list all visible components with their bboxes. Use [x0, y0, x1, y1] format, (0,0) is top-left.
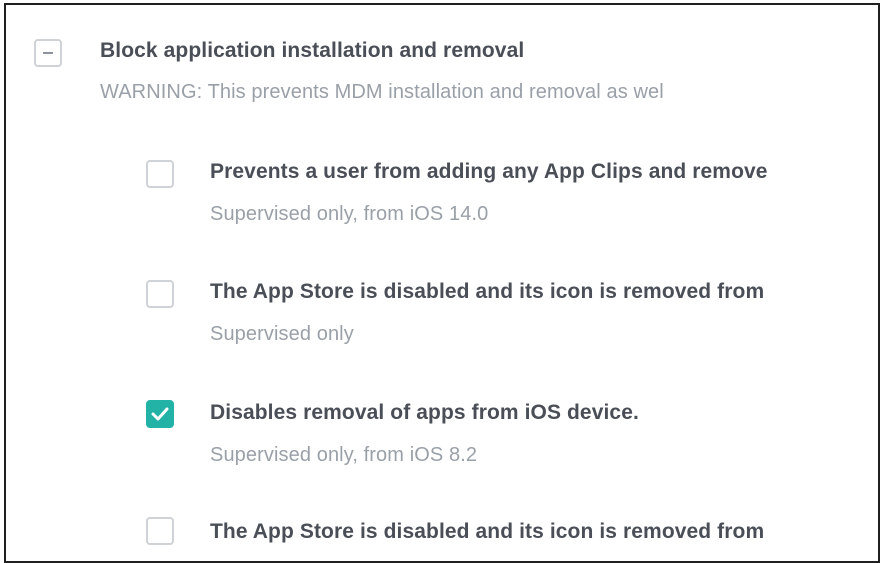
option-label-app-removal: Disables removal of apps from iOS device… — [210, 401, 639, 424]
option-checkbox-app-store[interactable] — [146, 280, 174, 308]
group-warning: WARNING: This prevents MDM installation … — [100, 81, 664, 103]
option-checkbox-app-clips[interactable] — [146, 160, 174, 188]
group-checkbox-minus-icon[interactable] — [34, 39, 62, 67]
option-label-app-store: The App Store is disabled and its icon i… — [210, 280, 765, 303]
option-note-app-removal: Supervised only, from iOS 8.2 — [210, 444, 478, 466]
option-checkbox-app-store-2[interactable] — [146, 517, 174, 545]
option-note-app-store: Supervised only — [210, 323, 354, 345]
checkmark-icon — [151, 407, 169, 421]
group-title: Block application installation and remov… — [100, 39, 525, 62]
option-note-app-clips: Supervised only, from iOS 14.0 — [210, 203, 489, 225]
settings-panel: Block application installation and remov… — [4, 3, 880, 563]
option-label-app-store-2: The App Store is disabled and its icon i… — [210, 520, 765, 543]
option-checkbox-app-removal[interactable] — [146, 400, 174, 428]
option-label-app-clips: Prevents a user from adding any App Clip… — [210, 160, 768, 183]
